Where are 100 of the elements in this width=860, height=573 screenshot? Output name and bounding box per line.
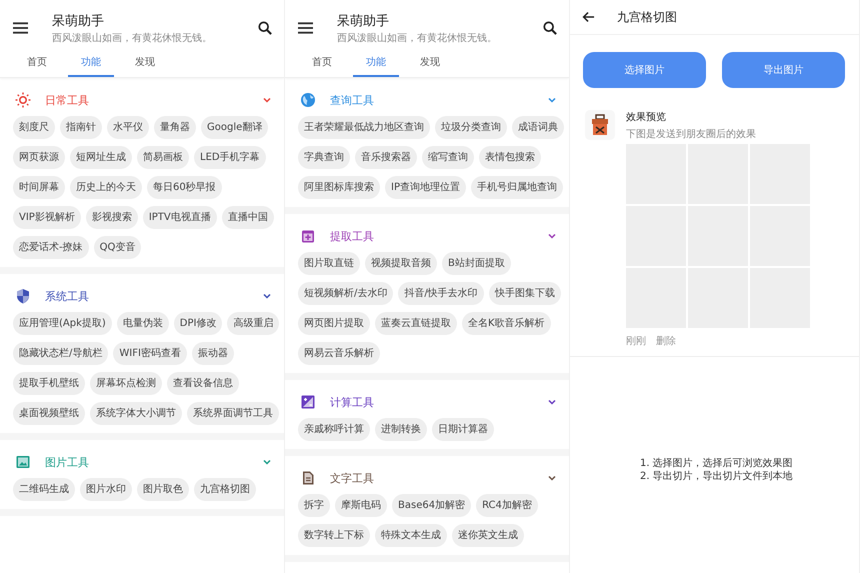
tool-chip[interactable]: 二维码生成 xyxy=(13,478,75,501)
tool-chip[interactable]: 影视搜索 xyxy=(86,206,138,229)
tool-chip[interactable]: 屏幕坏点检测 xyxy=(90,372,162,395)
chevron-icon[interactable] xyxy=(262,95,272,105)
tool-chip[interactable]: 缩写查询 xyxy=(422,146,474,169)
menu-icon[interactable] xyxy=(298,22,313,34)
back-arrow-icon[interactable] xyxy=(582,11,595,23)
tool-chip[interactable]: 时间屏幕 xyxy=(13,176,65,199)
tool-chip[interactable]: 网易云音乐解析 xyxy=(298,342,380,365)
toolbox-icon xyxy=(585,110,615,140)
tool-chip[interactable]: IP查询地理位置 xyxy=(385,176,466,199)
tool-chip[interactable]: 快手图集下载 xyxy=(488,282,561,305)
tool-chip[interactable]: 网页图片提取 xyxy=(298,312,370,335)
section-title: 文字工具 xyxy=(330,470,375,486)
tool-chip[interactable]: DPI修改 xyxy=(174,312,222,335)
tool-chip[interactable]: QQ变音 xyxy=(94,236,142,259)
tab[interactable]: 功能 xyxy=(68,48,114,77)
tool-chip[interactable]: RC4加解密 xyxy=(476,494,538,517)
tool-chip[interactable]: 短网址生成 xyxy=(70,146,132,169)
calc-icon xyxy=(300,394,316,410)
section-title: 系统工具 xyxy=(45,288,90,304)
tool-chip[interactable]: 系统界面调节工具 xyxy=(187,402,279,425)
tool-chip[interactable]: 迷你英文生成 xyxy=(452,524,524,547)
tool-chip[interactable]: 摩斯电码 xyxy=(335,494,387,517)
tool-chip[interactable]: 振动器 xyxy=(192,342,234,365)
tool-chip[interactable]: 直播中国 xyxy=(222,206,274,229)
menu-icon[interactable] xyxy=(13,22,28,34)
chevron-icon[interactable] xyxy=(547,231,557,241)
tool-chip[interactable]: 特殊文本生成 xyxy=(375,524,447,547)
preview-title: 效果预览 xyxy=(626,111,667,124)
search-icon[interactable] xyxy=(258,21,272,35)
tool-chip[interactable]: 手机号归属地查询 xyxy=(470,176,563,199)
tool-chip[interactable]: 视频提取音频 xyxy=(365,252,437,275)
tool-chip[interactable]: 垃圾分类查询 xyxy=(435,116,507,139)
tool-chip[interactable]: 恋爱话术-撩妹 xyxy=(13,236,89,259)
tab[interactable]: 发现 xyxy=(122,48,168,77)
globe-icon xyxy=(300,92,316,108)
tool-chip[interactable]: 短视频解析/去水印 xyxy=(298,282,394,305)
tool-chip[interactable]: 指南针 xyxy=(60,116,102,139)
tool-chip[interactable]: 高级重启 xyxy=(227,312,280,335)
chevron-icon[interactable] xyxy=(547,397,557,407)
tool-chip[interactable]: 电量伪装 xyxy=(116,312,169,335)
tool-chip[interactable]: 图片取色 xyxy=(137,478,189,501)
tool-chip[interactable]: LED手机字幕 xyxy=(194,146,266,169)
chevron-icon[interactable] xyxy=(262,291,272,301)
tool-chip[interactable]: 数字转上下标 xyxy=(298,524,370,547)
tool-chip[interactable]: 刻度尺 xyxy=(13,116,55,139)
tool-chip[interactable]: 隐藏状态栏/导航栏 xyxy=(13,342,108,365)
tool-chip[interactable]: B站封面提取 xyxy=(442,252,511,275)
tool-chip[interactable]: 量角器 xyxy=(154,116,196,139)
image-icon xyxy=(15,454,31,470)
tool-chip[interactable]: 桌面视频壁纸 xyxy=(13,402,85,425)
doc-icon xyxy=(300,470,316,486)
tool-chip[interactable]: 网页获源 xyxy=(13,146,65,169)
section-title: 日常工具 xyxy=(45,92,90,108)
calendar-icon xyxy=(300,228,316,244)
tool-chip[interactable]: 日期计算器 xyxy=(432,418,494,441)
tool-chip[interactable]: 每日60秒早报 xyxy=(147,176,222,199)
app-title: 呆萌助手 xyxy=(52,12,105,30)
tool-chip[interactable]: 阿里图标库搜索 xyxy=(298,176,380,199)
tool-chip[interactable]: 历史上的今天 xyxy=(70,176,142,199)
tab[interactable]: 发现 xyxy=(407,48,453,77)
section-title: 查询工具 xyxy=(330,92,375,108)
tool-chip[interactable]: 提取手机壁纸 xyxy=(13,372,85,395)
tool-chip[interactable]: 蓝奏云直链提取 xyxy=(375,312,457,335)
tool-chip[interactable]: 全名K歌音乐解析 xyxy=(462,312,551,335)
tool-chip[interactable]: 拆字 xyxy=(298,494,330,517)
tool-chip[interactable]: 表情包搜索 xyxy=(479,146,541,169)
page-title: 九宫格切图 xyxy=(617,8,677,26)
section-title: 图片工具 xyxy=(45,454,90,470)
tool-chip[interactable]: 抖音/快手去水印 xyxy=(398,282,484,305)
section-title: 提取工具 xyxy=(330,228,375,244)
tool-chip[interactable]: 应用管理(Apk提取) xyxy=(13,312,112,335)
tool-chip[interactable]: 字典查询 xyxy=(298,146,350,169)
tab[interactable]: 功能 xyxy=(353,48,399,77)
tool-chip[interactable]: 成语词典 xyxy=(512,116,564,139)
tab[interactable]: 首页 xyxy=(14,48,60,77)
sun-icon xyxy=(15,92,31,108)
shield-icon xyxy=(15,288,31,304)
tool-chip[interactable]: 亲戚称呼计算 xyxy=(298,418,370,441)
tool-chip[interactable]: 水平仪 xyxy=(107,116,149,139)
tool-chip[interactable]: 图片水印 xyxy=(80,478,132,501)
tool-chip[interactable]: 查看设备信息 xyxy=(167,372,239,395)
tool-chip[interactable]: 九宫格切图 xyxy=(194,478,256,501)
tool-chip[interactable]: 系统字体大小调节 xyxy=(90,402,182,425)
tool-chip[interactable]: 王者荣耀最低战力地区查询 xyxy=(298,116,430,139)
tab[interactable]: 首页 xyxy=(299,48,345,77)
tool-chip[interactable]: Google翻译 xyxy=(201,116,268,139)
tool-chip[interactable]: Base64加解密 xyxy=(392,494,472,517)
chevron-icon[interactable] xyxy=(547,473,557,483)
tool-chip[interactable]: 图片取直链 xyxy=(298,252,360,275)
tool-chip[interactable]: VIP影视解析 xyxy=(13,206,81,229)
tool-chip[interactable]: 音乐搜索器 xyxy=(355,146,417,169)
search-icon[interactable] xyxy=(543,21,557,35)
tool-chip[interactable]: WIFI密码查看 xyxy=(113,342,187,365)
chevron-icon[interactable] xyxy=(262,457,272,467)
tool-chip[interactable]: IPTV电视直播 xyxy=(142,206,217,229)
chevron-icon[interactable] xyxy=(547,95,557,105)
tool-chip[interactable]: 进制转换 xyxy=(375,418,427,441)
tool-chip[interactable]: 简易画板 xyxy=(137,146,189,169)
